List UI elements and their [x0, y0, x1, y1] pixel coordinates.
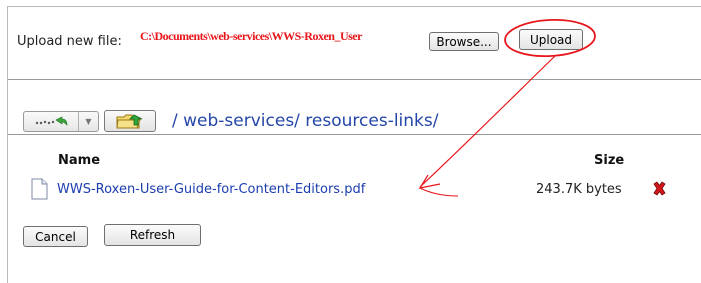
refresh-button[interactable]: Refresh	[104, 224, 201, 246]
document-icon	[31, 178, 48, 200]
cancel-button[interactable]: Cancel	[23, 226, 88, 247]
upload-label: Upload new file:	[17, 34, 122, 49]
file-path-value: C:\Documents\web-services\WWS-Roxen_User	[140, 29, 362, 43]
file-size: 243.7K bytes	[536, 182, 622, 197]
folder-up-icon	[116, 114, 143, 129]
divider	[8, 79, 701, 80]
divider	[8, 134, 701, 135]
column-header-name[interactable]: Name	[58, 153, 100, 168]
column-header-size[interactable]: Size	[594, 153, 624, 168]
breadcrumb[interactable]: / web-services/ resources-links/	[172, 111, 438, 131]
back-history-icon	[24, 112, 79, 131]
folder-up-button[interactable]	[104, 110, 156, 132]
file-name-link[interactable]: WWS-Roxen-User-Guide-for-Content-Editors…	[57, 182, 365, 197]
chevron-down-icon[interactable]: ▼	[79, 112, 98, 131]
table-row: WWS-Roxen-User-Guide-for-Content-Editors…	[26, 175, 686, 205]
browse-button[interactable]: Browse...	[429, 32, 499, 51]
delete-x-icon[interactable]	[652, 181, 667, 196]
upload-button[interactable]: Upload	[519, 29, 583, 50]
back-history-button[interactable]: ▼	[23, 111, 99, 132]
